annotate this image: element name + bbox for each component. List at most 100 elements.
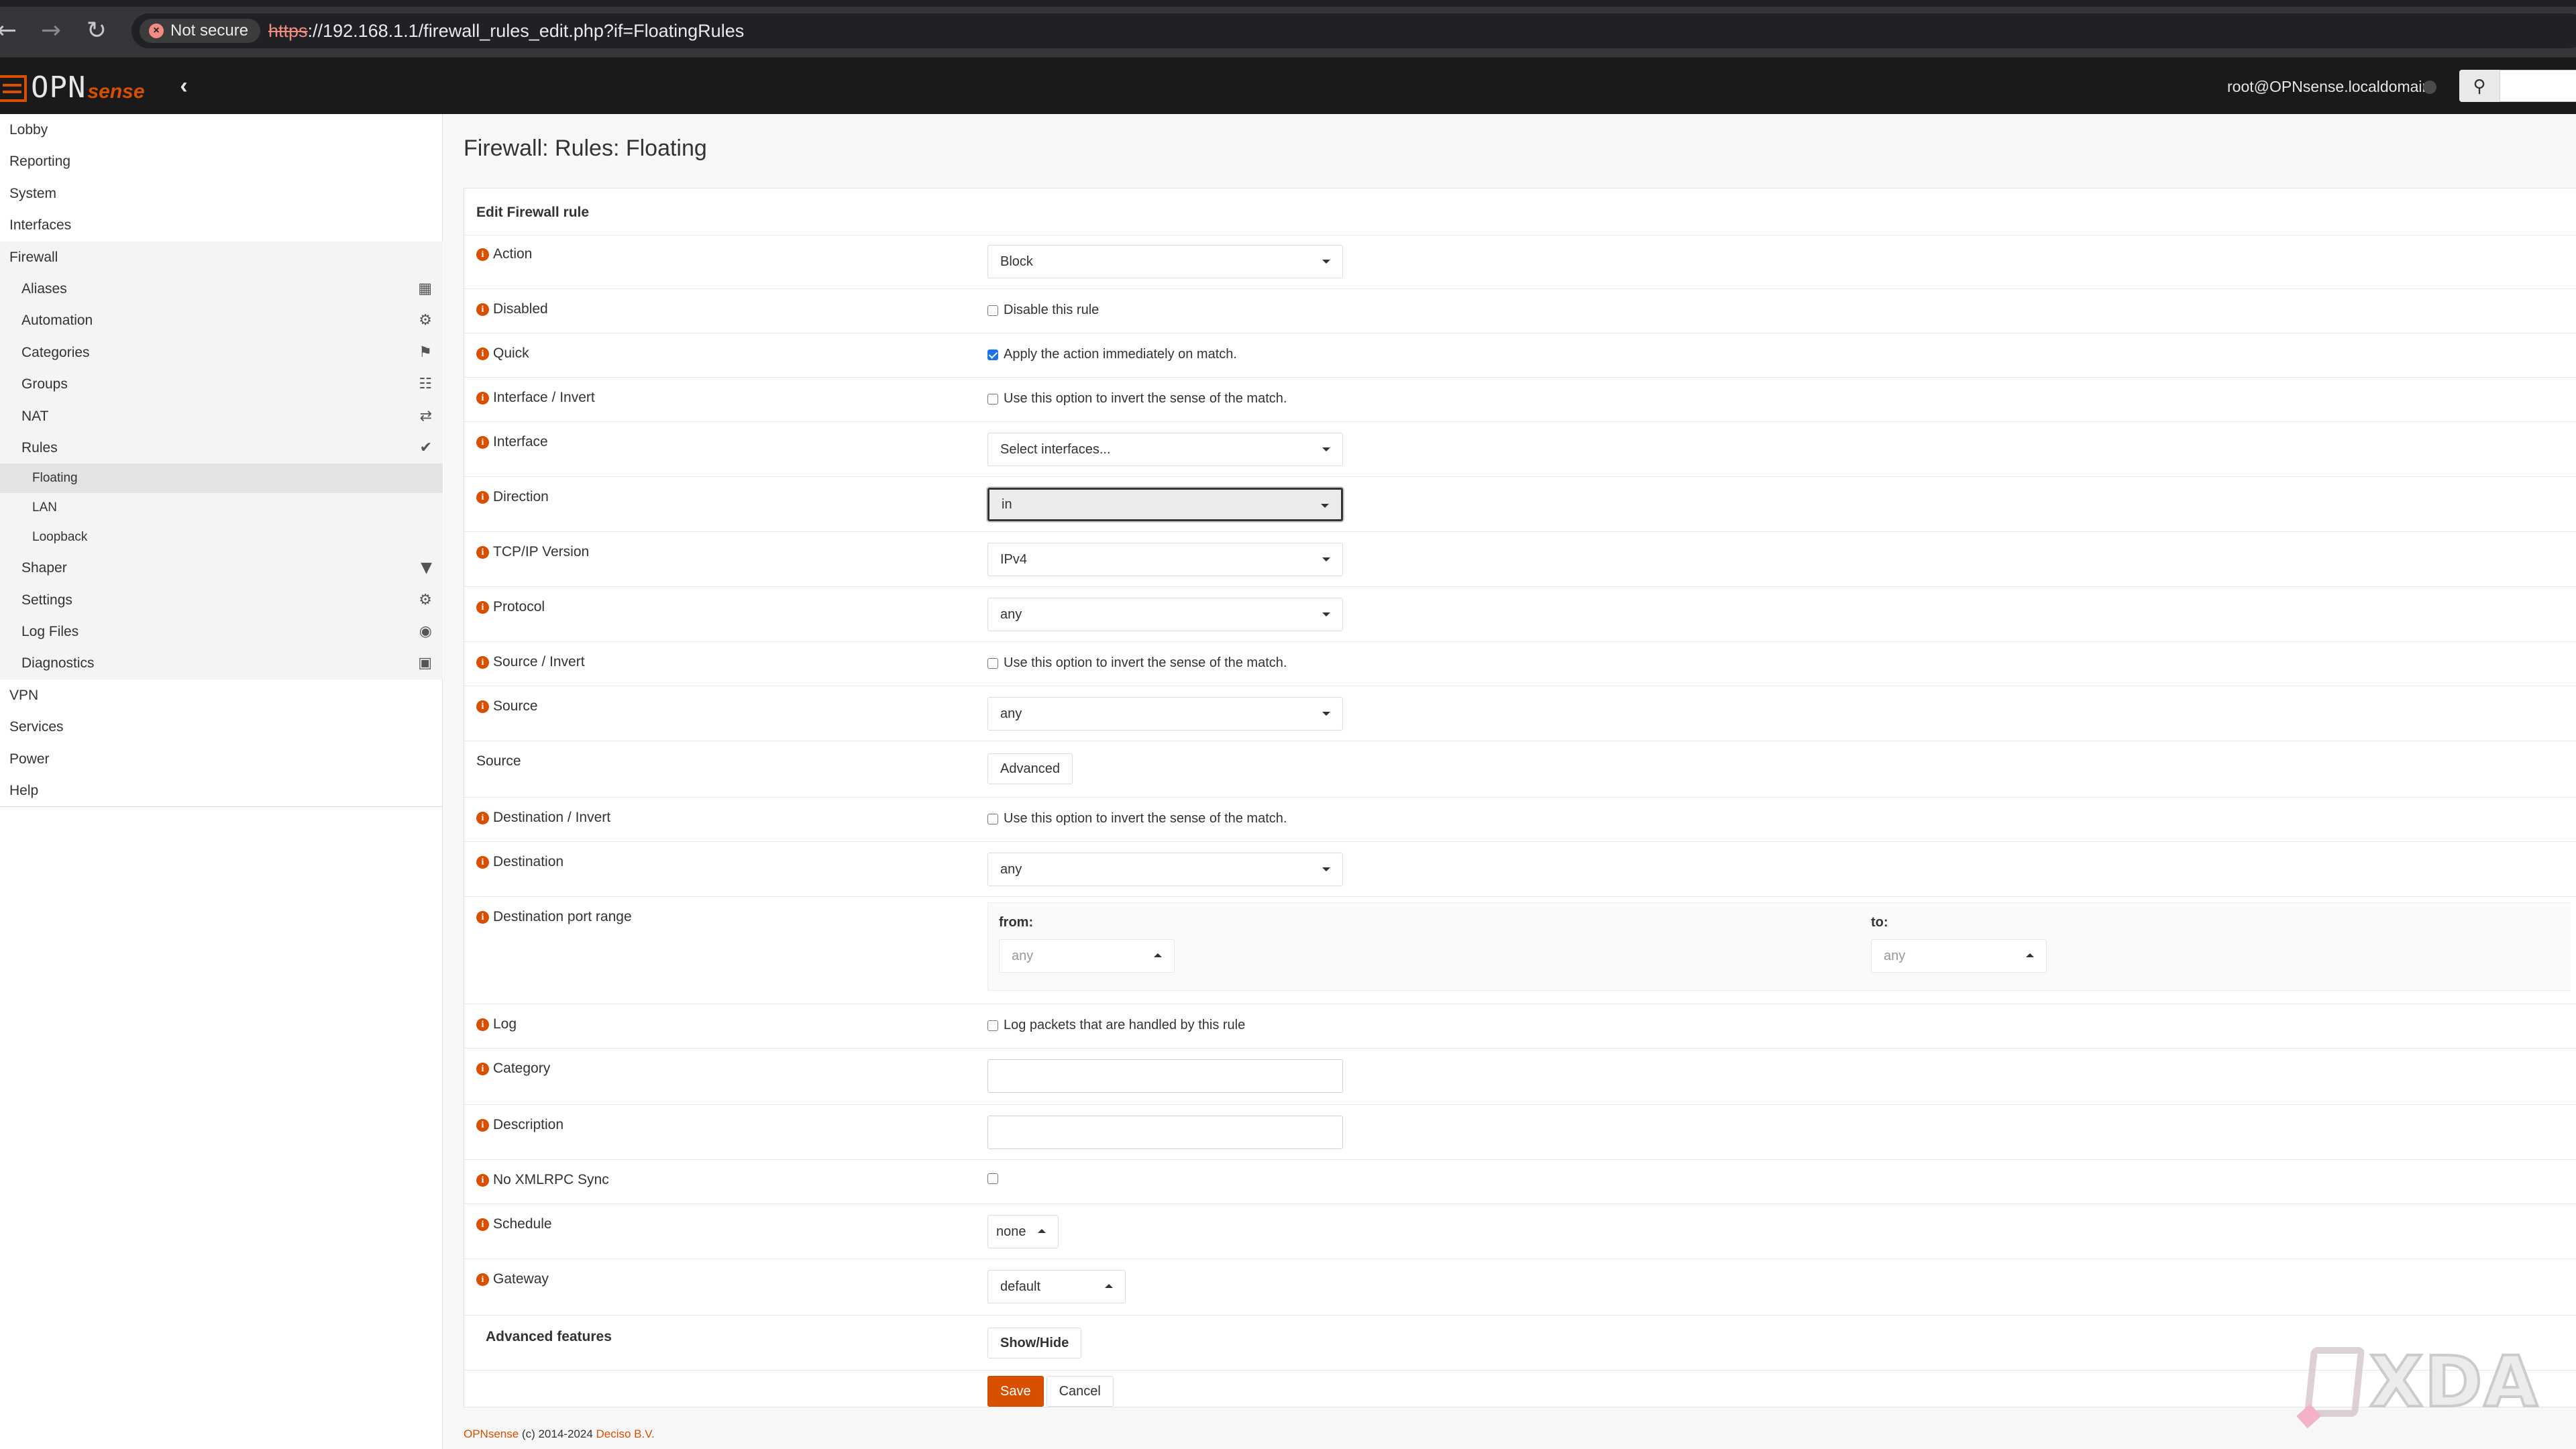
ipversion-select[interactable]: IPv4 (987, 543, 1343, 576)
show-hide-button[interactable]: Show/Hide (987, 1328, 1082, 1358)
gear-icon: ⚙ (419, 312, 432, 329)
sidebar-item-lobby[interactable]: Lobby (0, 114, 443, 146)
sidebar-item-label: Automation (21, 313, 93, 329)
sidebar-item-label: Interfaces (9, 217, 72, 233)
interface-select[interactable]: Select interfaces... (987, 433, 1343, 466)
status-dot-icon[interactable] (2423, 80, 2436, 94)
user-menu[interactable]: root@OPNsense.localdomain (2227, 78, 2430, 96)
port-to-select[interactable]: any (1871, 939, 2047, 973)
cancel-button[interactable]: Cancel (1046, 1376, 1114, 1407)
info-icon[interactable]: i (476, 545, 489, 559)
info-icon[interactable]: i (476, 1062, 489, 1075)
sidebar-item-services[interactable]: Services (0, 711, 443, 743)
interface-invert-field: Use this option to invert the sense of t… (987, 391, 1287, 407)
exchange-icon: ⇄ (419, 407, 432, 425)
disabled-checkbox[interactable] (987, 305, 998, 316)
opnsense-logo-mark-icon (0, 75, 27, 102)
sidebar-item-nat[interactable]: NAT ⇄ (0, 400, 443, 432)
log-checkbox[interactable] (987, 1020, 998, 1031)
sidebar-item-label: Loopback (32, 530, 88, 545)
info-icon[interactable]: i (476, 655, 489, 669)
url-text[interactable]: https://192.168.1.1/firewall_rules_edit.… (268, 19, 744, 43)
advanced-features-label: Advanced features (486, 1329, 612, 1344)
source-advanced-button[interactable]: Advanced (987, 753, 1073, 784)
protocol-select[interactable]: any (987, 598, 1343, 631)
search-icon[interactable]: ⚲ (2459, 70, 2500, 102)
sidebar-item-firewall[interactable]: Firewall (0, 241, 443, 273)
disabled-checkbox-field: Disable this rule (987, 303, 1099, 318)
sidebar-item-categories[interactable]: Categories ⚑ (0, 336, 443, 369)
sidebar-item-loopback[interactable]: Loopback (0, 523, 443, 553)
info-icon[interactable]: i (476, 700, 489, 713)
sidebar-item-automation[interactable]: Automation ⚙ (0, 305, 443, 337)
sidebar-item-aliases[interactable]: Aliases ▦ (0, 272, 443, 305)
interface-invert-checkbox[interactable] (987, 393, 998, 405)
info-icon[interactable]: i (476, 435, 489, 449)
save-button[interactable]: Save (987, 1376, 1044, 1407)
browser-tabstrip (0, 0, 2576, 7)
info-icon[interactable]: i (476, 347, 489, 360)
sidebar-item-label: VPN (9, 687, 39, 703)
direction-select[interactable]: in (987, 488, 1343, 521)
gateway-select[interactable]: default (987, 1270, 1126, 1303)
info-icon[interactable]: i (476, 248, 489, 261)
forward-arrow-icon[interactable]: → (39, 19, 63, 43)
collapse-sidebar-chevron-icon[interactable]: ‹ (173, 74, 195, 97)
footer-company-link[interactable]: Deciso B.V. (596, 1428, 655, 1440)
info-icon[interactable]: i (476, 855, 489, 869)
category-input[interactable] (987, 1059, 1343, 1093)
reload-icon[interactable]: ↻ (85, 19, 109, 43)
info-icon[interactable]: i (476, 910, 489, 924)
info-icon[interactable]: i (476, 1273, 489, 1286)
main-content: Firewall: Rules: Floating Edit Firewall … (443, 114, 2576, 1449)
field-label: i Log (476, 1016, 517, 1032)
info-icon[interactable]: i (476, 1173, 489, 1187)
sidebar-item-diagnostics[interactable]: Diagnostics ▣ (0, 647, 443, 680)
action-select[interactable]: Block (987, 245, 1343, 278)
description-input[interactable] (987, 1116, 1343, 1149)
sidebar-item-label: System (9, 185, 57, 201)
sidebar-item-log-files[interactable]: Log Files ◉ (0, 616, 443, 648)
sidebar-item-settings[interactable]: Settings ⚙ (0, 584, 443, 616)
sidebar-item-vpn[interactable]: VPN (0, 680, 443, 711)
info-icon[interactable]: i (476, 1218, 489, 1231)
sidebar-item-help[interactable]: Help (0, 775, 443, 806)
info-icon[interactable]: i (476, 490, 489, 504)
row-quick: i Quick Apply the action immediately on m… (464, 333, 2576, 378)
info-icon[interactable]: i (476, 600, 489, 614)
sidebar-item-lan[interactable]: LAN (0, 493, 443, 523)
opnsense-logo[interactable]: OPN sense (0, 72, 145, 103)
sidebar-item-interfaces[interactable]: Interfaces (0, 209, 443, 241)
info-icon[interactable]: i (476, 811, 489, 824)
sidebar-item-system[interactable]: System (0, 178, 443, 209)
quick-checkbox[interactable] (987, 349, 998, 360)
sidebar-item-groups[interactable]: Groups ☷ (0, 368, 443, 400)
nosync-checkbox[interactable] (987, 1173, 998, 1184)
field-label: i Direction (476, 489, 549, 505)
info-icon[interactable]: i (476, 303, 489, 316)
security-label: Not secure (170, 21, 249, 40)
field-label: i Action (476, 246, 532, 262)
medkit-icon: ▣ (418, 655, 432, 672)
schedule-select[interactable]: none (987, 1215, 1059, 1248)
destination-invert-checkbox[interactable] (987, 813, 998, 824)
label-text: No XMLRPC Sync (493, 1172, 609, 1187)
sidebar-item-reporting[interactable]: Reporting (0, 146, 443, 177)
port-from-select[interactable]: any (999, 939, 1175, 973)
footer-brand-link[interactable]: OPNsense (464, 1428, 519, 1440)
sidebar-item-rules[interactable]: Rules ✔ (0, 431, 443, 464)
info-icon[interactable]: i (476, 1018, 489, 1031)
destination-select[interactable]: any (987, 853, 1343, 886)
source-invert-checkbox[interactable] (987, 657, 998, 669)
source-select[interactable]: any (987, 697, 1343, 731)
address-bar[interactable]: × Not secure https://192.168.1.1/firewal… (131, 13, 2576, 48)
security-chip[interactable]: × Not secure (140, 19, 261, 43)
search-input[interactable] (2500, 70, 2576, 102)
sidebar-item-floating[interactable]: Floating (0, 464, 443, 494)
info-icon[interactable]: i (476, 1118, 489, 1132)
sidebar-item-power[interactable]: Power (0, 743, 443, 775)
back-arrow-icon[interactable]: ← (0, 19, 19, 43)
info-icon[interactable]: i (476, 391, 489, 405)
field-label: i Source (476, 698, 538, 714)
sidebar-item-shaper[interactable]: Shaper ▼ (0, 552, 443, 584)
